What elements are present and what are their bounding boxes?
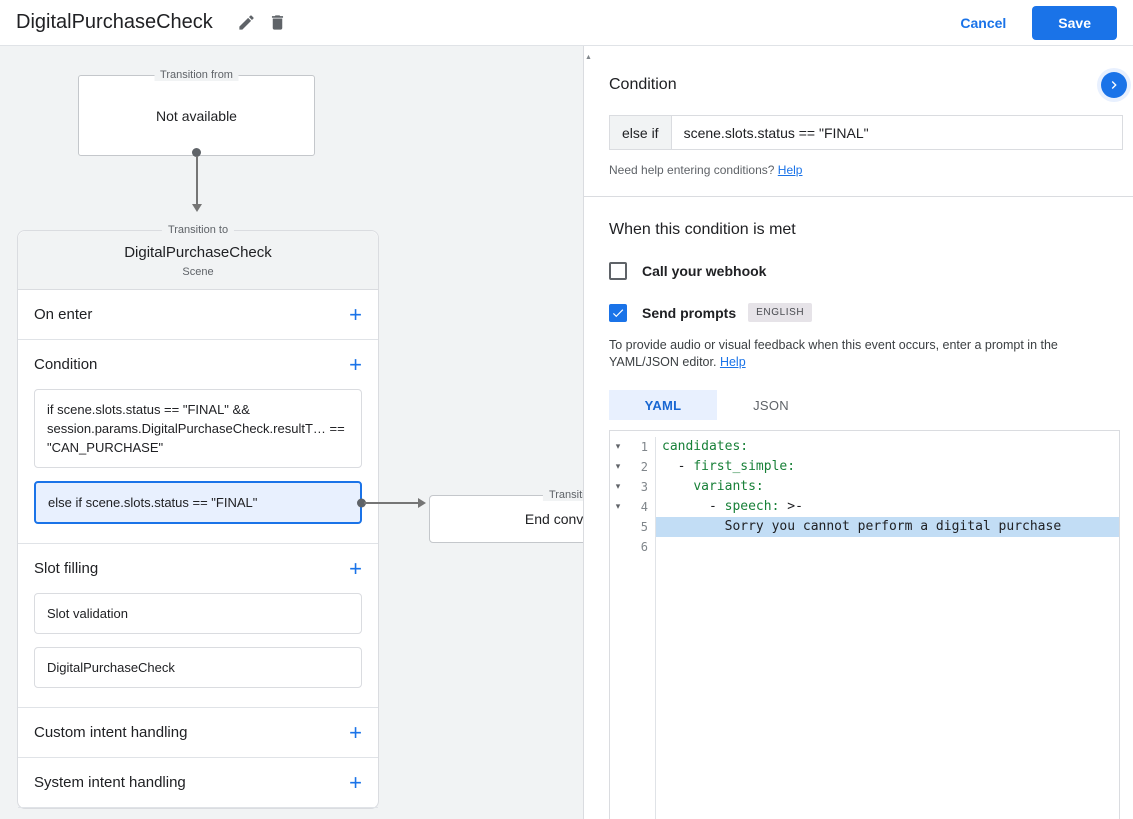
scene-title: DigitalPurchaseCheck (124, 244, 272, 261)
section-on-enter[interactable]: On enter + (18, 290, 378, 339)
fold-toggle-icon[interactable]: ▾ (610, 482, 626, 492)
slot-validation-card[interactable]: Slot validation (34, 593, 362, 634)
panel-header: Condition (584, 46, 1133, 98)
condition-help-line: Need help entering conditions? Help (609, 163, 803, 177)
end-node-value: End conversation (524, 511, 584, 527)
gutter-row: ▾ 1 (610, 437, 655, 457)
line-number: 1 (640, 440, 648, 454)
page-title: DigitalPurchaseCheck (16, 11, 213, 33)
condition-expression-row: else if scene.slots.status == "FINAL" (609, 115, 1123, 150)
code-line[interactable]: variants: (656, 477, 1119, 497)
gutter-row: ▾ 4 (610, 497, 655, 517)
transition-from-value: Not available (156, 107, 237, 124)
transition-from-node[interactable]: Transition from Not available (78, 69, 315, 156)
gutter-row: 5 (610, 517, 655, 537)
condition-editor-panel: ▲ Condition else if scene.slots.status =… (584, 46, 1133, 819)
section-condition[interactable]: Condition + (18, 340, 378, 389)
gutter-row: 6 (610, 537, 655, 557)
fold-toggle-icon[interactable]: ▾ (610, 502, 626, 512)
add-icon[interactable]: + (349, 721, 362, 743)
gutter-row: ▾ 2 (610, 457, 655, 477)
tab-yaml[interactable]: YAML (609, 390, 717, 420)
line-number: 3 (640, 480, 648, 494)
slot-card[interactable]: DigitalPurchaseCheck (34, 647, 362, 688)
code-area[interactable]: candidates: - first_simple: variants: - … (656, 437, 1119, 819)
tab-json[interactable]: JSON (717, 390, 825, 420)
cancel-button[interactable]: Cancel (960, 15, 1006, 31)
connector-line (196, 156, 198, 205)
line-number: 6 (640, 540, 648, 554)
panel-title: Condition (609, 76, 677, 93)
condition-card[interactable]: if scene.slots.status == "FINAL" && sess… (34, 389, 362, 468)
editor-gutter: ▾ 1 ▾ 2 ▾ 3 ▾ 4 5 6 (610, 437, 656, 819)
add-icon[interactable]: + (349, 303, 362, 325)
prompt-hint-text: To provide audio or visual feedback when… (609, 338, 1058, 369)
condition-met-heading: When this condition is met (609, 221, 796, 238)
fold-toggle-icon[interactable]: ▾ (610, 442, 626, 452)
line-number: 4 (640, 500, 648, 514)
connector-arrowhead-down (192, 204, 202, 212)
code-line[interactable]: - speech: >- (656, 497, 1119, 517)
divider (18, 807, 378, 808)
condition-expression-input[interactable]: scene.slots.status == "FINAL" (672, 116, 1122, 149)
condition-prefix-label: else if (610, 116, 672, 149)
chevron-right-icon (1111, 81, 1117, 89)
webhook-checkbox-row: Call your webhook (609, 262, 1108, 280)
top-bar: DigitalPurchaseCheck Cancel Save (0, 0, 1133, 46)
condition-card-selected[interactable]: else if scene.slots.status == "FINAL" (34, 481, 426, 524)
editor-format-tabs: YAML JSON (609, 390, 1108, 420)
section-system-intent-handling[interactable]: System intent handling + (18, 758, 378, 807)
connector-line (364, 501, 424, 504)
edit-title-button[interactable] (231, 7, 262, 38)
add-icon[interactable]: + (349, 557, 362, 579)
code-line[interactable] (656, 537, 1119, 557)
add-icon[interactable]: + (349, 353, 362, 375)
connector-arrowhead-right (418, 497, 426, 508)
edit-icon (239, 15, 254, 30)
section-custom-intent-handling[interactable]: Custom intent handling + (18, 708, 378, 757)
transition-to-label: Transition to (542, 489, 583, 501)
code-line-highlighted[interactable]: Sorry you cannot perform a digital purch… (656, 517, 1119, 537)
section-slot-filling[interactable]: Slot filling + (18, 544, 378, 593)
scene-node[interactable]: Transition to DigitalPurchaseCheck Scene… (17, 224, 426, 809)
yaml-code-editor[interactable]: ▾ 1 ▾ 2 ▾ 3 ▾ 4 5 6 candidates: - first_… (609, 430, 1120, 819)
send-prompts-checkbox[interactable] (609, 303, 627, 322)
main-content: Transition from Not available Transition… (0, 46, 1133, 819)
gutter-row: ▾ 3 (610, 477, 655, 497)
line-number: 5 (640, 520, 648, 534)
help-link[interactable]: Help (778, 163, 803, 177)
check-icon (612, 308, 624, 317)
trash-icon (271, 15, 283, 30)
code-line[interactable]: candidates: (656, 437, 1119, 457)
end-conversation-node[interactable]: Transition to End conversation (429, 489, 584, 543)
add-icon[interactable]: + (349, 771, 362, 793)
language-badge: ENGLISH (748, 303, 813, 322)
transition-from-label: Transition from (154, 69, 239, 81)
divider (584, 196, 1133, 197)
transition-to-label: Transition to (161, 224, 235, 236)
line-number: 2 (640, 460, 648, 474)
save-button[interactable]: Save (1032, 5, 1117, 40)
call-webhook-checkbox[interactable] (609, 262, 627, 280)
fold-toggle-icon[interactable]: ▾ (610, 462, 626, 472)
scene-graph-canvas[interactable]: Transition from Not available Transition… (0, 46, 584, 819)
code-line[interactable]: - first_simple: (656, 457, 1119, 477)
collapse-panel-button[interactable] (1101, 72, 1127, 98)
scene-subtitle: Scene (182, 266, 214, 278)
scrollbar-up-icon[interactable]: ▲ (585, 54, 592, 61)
delete-scene-button[interactable] (262, 7, 293, 38)
send-prompts-checkbox-row: Send prompts ENGLISH (609, 303, 1108, 322)
scene-header: DigitalPurchaseCheck Scene (18, 231, 378, 290)
help-link[interactable]: Help (720, 355, 746, 369)
